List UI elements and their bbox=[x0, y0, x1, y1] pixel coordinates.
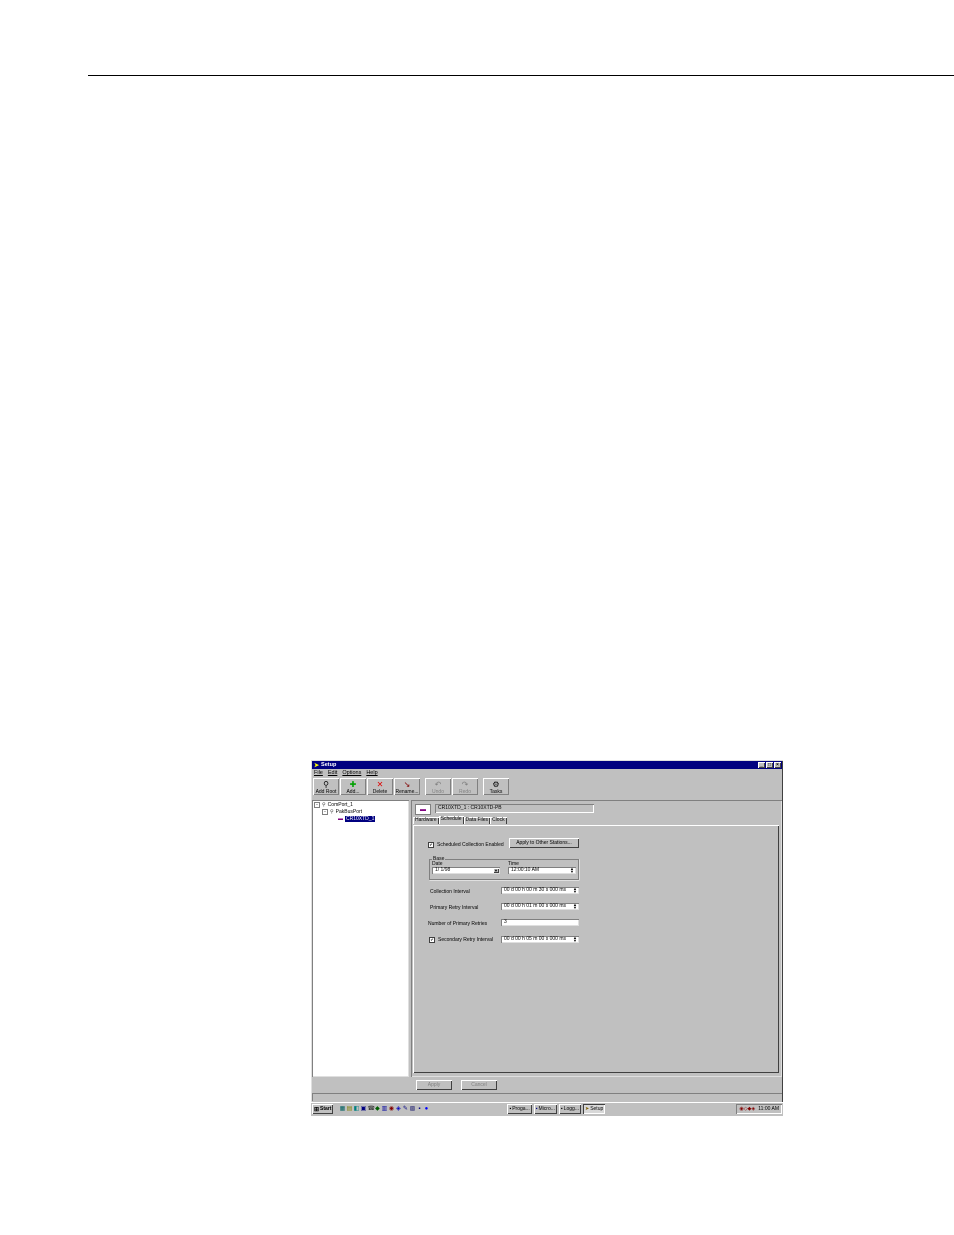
quick-launch: ▦ ▤ ◧ ▣ ☎ ◆ ▥ ◉ ◈ ✎ ▩ ▪ ● bbox=[339, 1106, 429, 1113]
tab-schedule[interactable]: Schedule bbox=[438, 816, 464, 824]
task-logg[interactable]: ▪ Logg... bbox=[559, 1104, 581, 1114]
button-bar: Apply Cancel bbox=[312, 1078, 782, 1092]
title-bar: ➤ Setup _ □ × bbox=[312, 761, 782, 769]
datalogger-icon: ▬ bbox=[415, 804, 431, 815]
checkbox-checked-icon: ✔ bbox=[429, 937, 435, 943]
page-header-rule bbox=[88, 75, 954, 76]
menu-help[interactable]: Help bbox=[366, 770, 377, 777]
add-icon: ✚ bbox=[349, 780, 357, 789]
window-title: Setup bbox=[321, 762, 337, 768]
tasks-button[interactable]: ⚙ Tasks bbox=[483, 778, 509, 795]
program-icon: ▪ bbox=[509, 1106, 512, 1112]
spin-arrows-icon[interactable]: ▲ ▼ bbox=[569, 867, 575, 873]
quick-launch-icon[interactable]: ▣ bbox=[360, 1106, 367, 1113]
quick-launch-icon[interactable]: ● bbox=[423, 1106, 429, 1113]
apply-button[interactable]: Apply bbox=[416, 1080, 452, 1090]
maximize-button[interactable]: □ bbox=[766, 762, 773, 768]
base-time-field[interactable]: 12:00:10 AM ▲ ▼ bbox=[508, 867, 576, 874]
quick-launch-icon[interactable]: ▦ bbox=[339, 1106, 346, 1113]
menu-bar: File Edit Options Help bbox=[313, 770, 378, 777]
task-setup[interactable]: ➤ Setup bbox=[582, 1104, 606, 1114]
task-micro[interactable]: ▪ Micro... bbox=[534, 1104, 557, 1114]
add-root-icon: ⚲ bbox=[323, 780, 329, 789]
setup-icon: ➤ bbox=[584, 1106, 590, 1112]
windows-logo-icon: ⊞ bbox=[314, 1106, 320, 1113]
datalogger-icon: ▬ bbox=[338, 816, 343, 822]
start-button[interactable]: ⊞ Start bbox=[312, 1104, 333, 1114]
tab-strip: Hardware Schedule Data Files Clock bbox=[413, 816, 507, 824]
menu-edit[interactable]: Edit bbox=[328, 770, 337, 777]
status-bar bbox=[312, 1093, 782, 1101]
redo-button[interactable]: ↷ Redo bbox=[452, 778, 478, 795]
tray-icon[interactable]: ◉◇◆◈ bbox=[739, 1106, 755, 1112]
collection-interval-label: Collection Interval bbox=[430, 889, 470, 895]
apply-to-other-stations-button[interactable]: Apply to Other Stations... bbox=[509, 838, 579, 848]
schedule-tab-body: ✔ Scheduled Collection Enabled Apply to … bbox=[413, 825, 779, 1073]
task-list: ▪ Proga... ▪ Micro... ▪ Logg... ➤ Setup bbox=[507, 1104, 606, 1114]
quick-launch-icon[interactable]: ☎ bbox=[367, 1106, 374, 1113]
rename-icon: ↘ bbox=[403, 780, 411, 789]
menu-file[interactable]: File bbox=[314, 770, 323, 777]
redo-icon: ↷ bbox=[461, 780, 469, 789]
program-icon: ▪ bbox=[560, 1106, 563, 1112]
program-icon: ▪ bbox=[535, 1106, 538, 1112]
add-button[interactable]: ✚ Add... bbox=[340, 778, 366, 795]
checkbox-checked-icon: ✔ bbox=[428, 842, 434, 848]
quick-launch-icon[interactable]: ◉ bbox=[388, 1106, 394, 1113]
setup-window: ➤ Setup _ □ × File Edit Options Help ⚲ A… bbox=[311, 760, 783, 1116]
secondary-retry-interval-checkbox[interactable]: ✔ Secondary Retry Interval bbox=[429, 937, 493, 943]
delete-icon: ✕ bbox=[376, 780, 384, 789]
quick-launch-icon[interactable]: ✎ bbox=[402, 1106, 408, 1113]
station-panel: ▬ CR10XTD_1 : CR10XTD-PB Hardware Schedu… bbox=[411, 800, 782, 1077]
primary-retry-interval-label: Primary Retry Interval bbox=[430, 905, 479, 911]
quick-launch-icon[interactable]: ▪ bbox=[416, 1106, 422, 1113]
quick-launch-icon[interactable]: ▥ bbox=[381, 1106, 388, 1113]
spin-arrows-icon[interactable]: ▲ ▼ bbox=[572, 936, 578, 942]
tab-clock[interactable]: Clock bbox=[490, 817, 507, 824]
tree-node-pakbusport[interactable]: − ⚲ PakBusPort bbox=[322, 809, 362, 815]
undo-icon: ↶ bbox=[434, 780, 442, 789]
clock: 11:00 AM bbox=[758, 1106, 779, 1112]
quick-launch-icon[interactable]: ◆ bbox=[374, 1106, 380, 1113]
secondary-retry-interval-field[interactable]: 00 d 00 h 05 m 00 s 000 ms ▲ ▼ bbox=[501, 936, 579, 943]
tasks-icon: ⚙ bbox=[492, 780, 500, 789]
base-date-picker[interactable]: 1/ 1/98 ▼ bbox=[432, 867, 500, 874]
toolbar: ⚲ Add Root ✚ Add... ✕ Delete ↘ Rename...… bbox=[312, 778, 509, 796]
quick-launch-icon[interactable]: ▤ bbox=[346, 1106, 353, 1113]
tree-node-comport[interactable]: − ⚲ ComPort_1 bbox=[314, 802, 353, 808]
number-of-primary-retries-field[interactable]: 3 bbox=[501, 919, 579, 926]
collection-interval-field[interactable]: 00 d 00 h 00 m 30 s 000 ms ▲ ▼ bbox=[501, 887, 579, 894]
quick-launch-icon[interactable]: ◈ bbox=[395, 1106, 401, 1113]
scheduled-collection-checkbox[interactable]: ✔ Scheduled Collection Enabled bbox=[428, 842, 504, 848]
delete-button[interactable]: ✕ Delete bbox=[367, 778, 393, 795]
close-button[interactable]: × bbox=[774, 762, 781, 768]
spin-arrows-icon[interactable]: ▲ ▼ bbox=[572, 887, 578, 893]
tree-node-station[interactable]: ▬ CR10XTD_1 bbox=[338, 816, 376, 822]
quick-launch-icon[interactable]: ◧ bbox=[353, 1106, 360, 1113]
taskbar: ⊞ Start ▦ ▤ ◧ ▣ ☎ ◆ ▥ ◉ ◈ ✎ ▩ ▪ ● ▪ Prog… bbox=[311, 1102, 783, 1116]
menu-options[interactable]: Options bbox=[342, 770, 361, 777]
rename-button[interactable]: ↘ Rename... bbox=[394, 778, 420, 795]
system-tray: ◉◇◆◈ 11:00 AM bbox=[736, 1104, 782, 1114]
port-icon: ⚲ bbox=[330, 809, 334, 815]
collapse-icon[interactable]: − bbox=[322, 809, 328, 815]
number-of-primary-retries-label: Number of Primary Retries bbox=[428, 921, 488, 927]
app-icon: ➤ bbox=[314, 762, 320, 769]
dropdown-arrow-icon[interactable]: ▼ bbox=[493, 868, 499, 873]
spin-arrows-icon[interactable]: ▲ ▼ bbox=[572, 903, 578, 909]
task-proga[interactable]: ▪ Proga... bbox=[507, 1104, 531, 1114]
cancel-button[interactable]: Cancel bbox=[461, 1080, 497, 1090]
undo-button[interactable]: ↶ Undo bbox=[425, 778, 451, 795]
tab-data-files[interactable]: Data Files bbox=[463, 817, 491, 824]
minimize-button[interactable]: _ bbox=[758, 762, 765, 768]
collapse-icon[interactable]: − bbox=[314, 802, 320, 808]
primary-retry-interval-field[interactable]: 00 d 00 h 01 m 00 s 000 ms ▲ ▼ bbox=[501, 903, 579, 910]
station-path: CR10XTD_1 : CR10XTD-PB bbox=[435, 804, 594, 813]
quick-launch-icon[interactable]: ▩ bbox=[409, 1106, 416, 1113]
tab-hardware[interactable]: Hardware bbox=[413, 817, 439, 824]
network-tree[interactable]: − ⚲ ComPort_1 − ⚲ PakBusPort ▬ CR10XTD_1 bbox=[312, 800, 409, 1077]
add-root-button[interactable]: ⚲ Add Root bbox=[313, 778, 339, 795]
port-icon: ⚲ bbox=[322, 802, 326, 808]
